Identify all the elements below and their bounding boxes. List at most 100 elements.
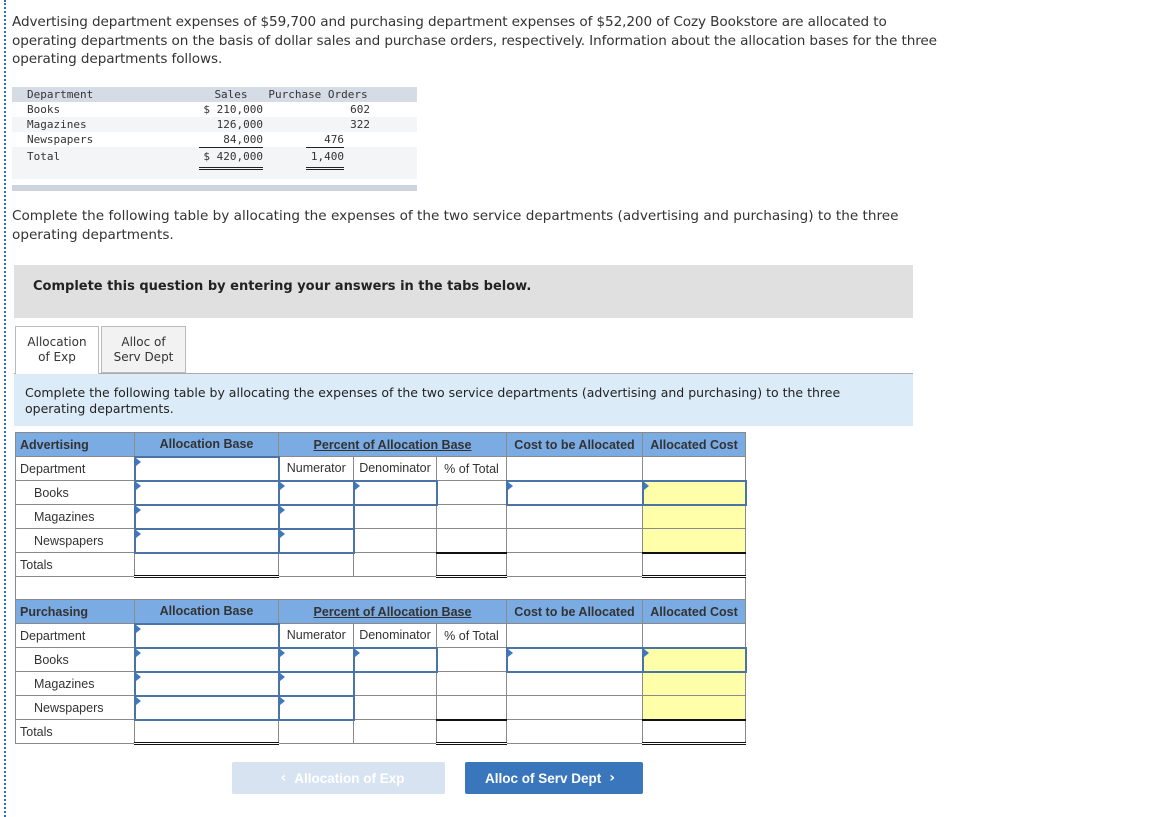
spacer-row (15, 576, 746, 601)
table-row: Books (15, 646, 747, 673)
pct-of-total-total (436, 551, 507, 578)
department-label: Department (15, 456, 135, 481)
tab-description: Complete the following table by allocati… (14, 373, 913, 426)
cost-to-be-allocated-header: Cost to be Allocated (506, 432, 643, 457)
denominator-input[interactable] (352, 646, 438, 673)
cost-to-be-allocated-input[interactable] (505, 646, 644, 673)
allocation-base-total (134, 718, 279, 745)
allocation-base-input[interactable] (133, 622, 280, 649)
numerator-input[interactable] (277, 646, 355, 673)
empty-cell (642, 456, 746, 481)
pct-of-total-label: % of Total (436, 623, 507, 648)
prev-tab-button[interactable]: ‹ Allocation of Exp (232, 762, 445, 794)
next-tab-button[interactable]: Alloc of Serv Dept › (465, 762, 643, 794)
table-row: Magazines (15, 503, 746, 530)
pct-of-total-cell (436, 671, 507, 696)
allocation-base-value-input[interactable] (133, 646, 280, 673)
denominator-input[interactable] (352, 479, 438, 506)
tab-alloc-of-serv-dept[interactable]: Alloc of Serv Dept (101, 326, 186, 373)
sales-value: $ 210,000 (203, 103, 263, 116)
numerator-input[interactable] (277, 503, 355, 530)
allocation-base-input[interactable] (133, 455, 280, 482)
table-row: Magazines 126,000 322 (12, 117, 417, 132)
cost-to-be-allocated-input[interactable] (505, 479, 644, 506)
denominator-cell (353, 528, 437, 553)
purchasing-header-row: Purchasing Allocation Base Percent of Allo… (15, 599, 746, 624)
purchasing-allocation-table: Purchasing Allocation Base Percent of Allo… (15, 599, 747, 745)
numerator-total (278, 552, 354, 577)
dept-row-label: Books (15, 647, 135, 672)
denominator-label: Denominator (353, 456, 437, 481)
cost-to-be-allocated-cell (506, 695, 643, 720)
table-row: Magazines (15, 670, 746, 697)
instruction-text: Complete the following table by allocati… (12, 208, 899, 243)
allocated-cost-cell (642, 528, 746, 553)
pct-of-total-cell (436, 480, 507, 505)
sales-value: 84,000 (199, 132, 263, 148)
dept-name: Books (27, 103, 61, 116)
denominator-total (353, 552, 437, 577)
allocated-cost-input[interactable] (641, 646, 747, 673)
po-value: 476 (306, 132, 344, 148)
pct-of-total-cell (436, 504, 507, 529)
tab-allocation-of-exp[interactable]: Allocation of Exp (15, 326, 99, 374)
numerator-label: Numerator (278, 456, 354, 481)
cost-to-be-allocated-header: Cost to be Allocated (506, 599, 643, 624)
allocation-base-value-input[interactable] (133, 503, 280, 530)
dept-row-label: Magazines (15, 504, 135, 529)
allocation-base-value-input[interactable] (133, 670, 280, 697)
table-row: Newspapers 84,000 476 (12, 132, 417, 148)
allocation-base-value-input[interactable] (133, 527, 280, 554)
denominator-label: Denominator (353, 623, 437, 648)
subheader-row: Department Numerator Denominator% of Total (15, 622, 746, 649)
dept-row-label: Magazines (15, 671, 135, 696)
allocated-cost-cell (642, 695, 746, 720)
allocated-cost-cell (642, 671, 746, 696)
pct-of-total-cell (436, 528, 507, 553)
totals-label: Totals (15, 552, 135, 577)
header-purchase-orders: Purchase Orders (268, 88, 368, 101)
po-total: 1,400 (306, 147, 344, 170)
numerator-label: Numerator (278, 623, 354, 648)
numerator-input[interactable] (277, 479, 355, 506)
pct-of-total-total (436, 718, 507, 745)
dept-row-label: Newspapers (15, 528, 135, 553)
table-row: Newspapers (15, 527, 746, 554)
table-footer-bar (12, 185, 417, 191)
numerator-input[interactable] (277, 694, 355, 721)
po-value: 322 (350, 118, 370, 131)
allocated-cost-total (642, 718, 746, 745)
percent-of-allocation-base-header: Percent of Allocation Base (278, 432, 507, 457)
next-tab-label: Alloc of Serv Dept (484, 770, 602, 786)
left-dotted-border (4, 0, 6, 817)
allocation-base-header: Allocation Base (134, 599, 279, 624)
dept-row-label: Books (15, 480, 135, 505)
allocation-base-value-input[interactable] (133, 694, 280, 721)
denominator-cell (353, 671, 437, 696)
chevron-right-icon: › (609, 770, 616, 786)
chevron-left-icon: ‹ (280, 770, 287, 786)
totals-row: Totals (15, 551, 746, 578)
po-value: 602 (350, 103, 370, 116)
table-total-row: Total $ 420,000 1,400 (12, 147, 417, 170)
sales-value: 126,000 (216, 118, 263, 131)
table-header-row: Department Sales Purchase Orders (12, 87, 417, 102)
cost-total (506, 552, 643, 577)
allocated-cost-input[interactable] (641, 479, 747, 506)
subheader-row: Department Numerator Denominator% of Total (15, 455, 746, 482)
allocation-base-value-input[interactable] (133, 479, 280, 506)
empty-cell (506, 456, 643, 481)
allocated-cost-total (642, 551, 746, 578)
advertising-allocation-table: Advertising Allocation Base Percent of All… (15, 432, 747, 601)
numerator-input[interactable] (277, 670, 355, 697)
numerator-total (278, 719, 354, 744)
numerator-input[interactable] (277, 527, 355, 554)
dept-row-label: Newspapers (15, 695, 135, 720)
totals-row: Totals (15, 718, 746, 745)
denominator-total (353, 719, 437, 744)
total-label: Total (27, 150, 61, 163)
tab-bar: Allocation of Exp Alloc of Serv Dept (15, 326, 186, 374)
allocated-cost-header: Allocated Cost (642, 599, 746, 624)
instructions-banner: Complete this question by entering your … (14, 265, 913, 318)
allocation-bases-table: Department Sales Purchase Orders Books $… (12, 87, 417, 191)
